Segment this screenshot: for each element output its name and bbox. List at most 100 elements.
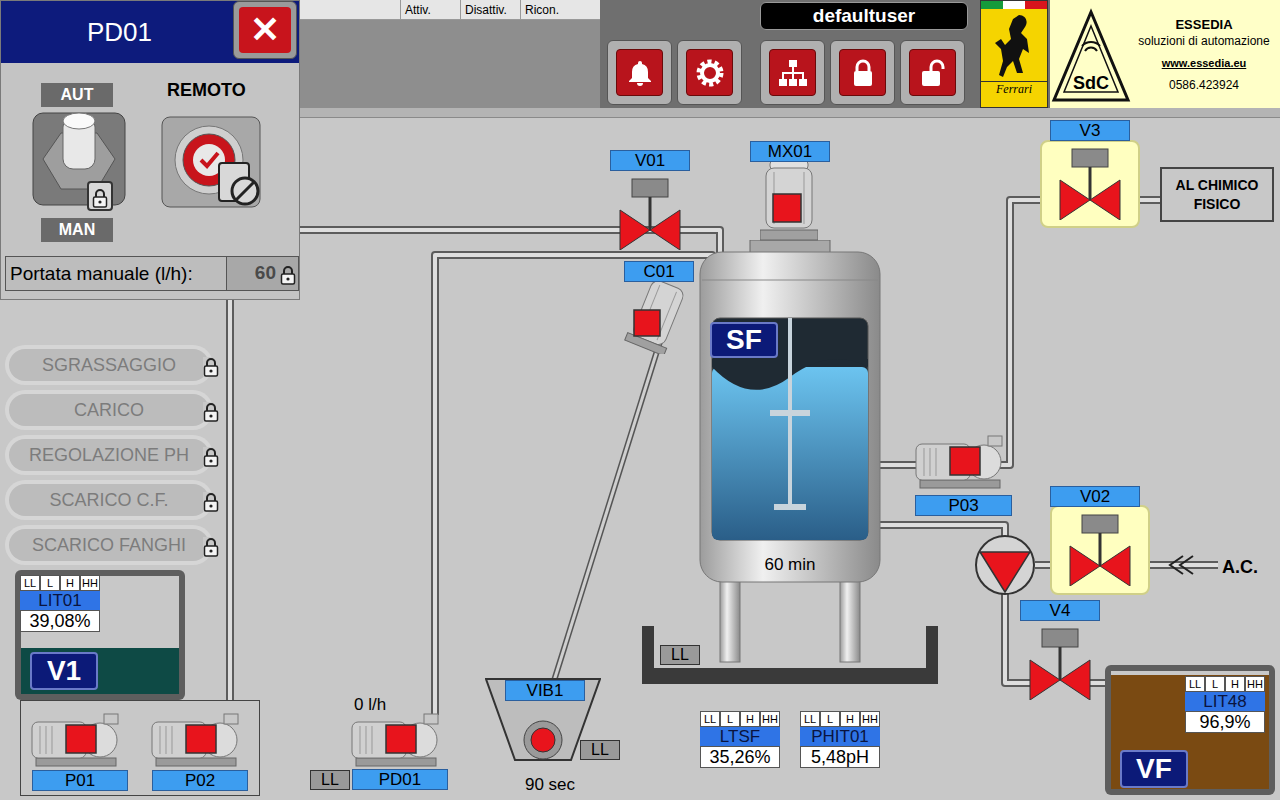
threshold-cell: HH — [1245, 676, 1265, 692]
tag-label[interactable]: V02 — [1050, 486, 1140, 507]
sequence-button[interactable]: CARICO — [5, 390, 213, 430]
valve-icon — [1068, 514, 1132, 586]
valve[interactable] — [618, 178, 682, 250]
threshold-cell: H — [1225, 676, 1245, 692]
mode-label: AUT — [41, 83, 113, 107]
manual-flow-label: Portata manuale (l/h): — [6, 257, 226, 290]
threshold-cell: L — [720, 711, 740, 727]
alarm-table-header: Attiv.Disattiv.Ricon. — [300, 0, 600, 20]
threshold-cell: HH — [860, 711, 880, 727]
threshold-cell: H — [60, 575, 80, 591]
tag-label[interactable]: V01 — [610, 150, 690, 171]
company-website[interactable]: www.essedia.eu — [1162, 56, 1247, 70]
flow-reading: 0 l/h — [354, 692, 386, 718]
level-switch: LL — [580, 740, 620, 760]
threshold-cell: H — [840, 711, 860, 727]
lock-icon — [280, 265, 296, 285]
level-indicator[interactable]: LLLHHHLIT0139,08% — [20, 575, 100, 632]
toolbar-button[interactable] — [607, 40, 672, 105]
tag-label[interactable]: P03 — [915, 495, 1012, 516]
threshold-cell: LL — [700, 711, 720, 727]
tank-label[interactable]: SF — [710, 322, 778, 358]
tag-label[interactable]: P01 — [32, 770, 128, 791]
threshold-cell: L — [1205, 676, 1225, 692]
level-switch: LL — [310, 770, 350, 790]
alarm-area — [300, 20, 600, 108]
threshold-cell: HH — [760, 711, 780, 727]
tag-label[interactable]: P02 — [152, 770, 248, 791]
level-switch: LL — [660, 645, 700, 665]
toolbar-button[interactable] — [900, 40, 965, 105]
level-indicator[interactable]: LLLHHHLIT4896,9% — [1185, 676, 1265, 733]
sequence-button[interactable]: SGRASSAGGIO — [5, 345, 213, 385]
pump[interactable] — [350, 712, 442, 770]
valve[interactable] — [1028, 628, 1092, 700]
user-label[interactable]: defaultuser — [760, 2, 968, 30]
vibrator-timer: 90 sec — [495, 772, 605, 798]
toolbar-button[interactable] — [677, 40, 742, 105]
threshold-cell: L — [820, 711, 840, 727]
company-phone: 0586.423924 — [1169, 78, 1239, 92]
tag-label[interactable]: MX01 — [750, 141, 830, 162]
tag-label[interactable]: C01 — [624, 261, 694, 282]
valve-icon — [618, 178, 682, 250]
lock-icon — [203, 402, 219, 422]
valve[interactable] — [1040, 140, 1140, 228]
threshold-cell: LL — [20, 575, 40, 591]
pump[interactable] — [30, 712, 122, 770]
tank-timer: 60 min — [700, 552, 880, 578]
toolbar-button[interactable] — [830, 40, 895, 105]
level-indicator[interactable]: LLLHHHLTSF35,26% — [700, 711, 780, 768]
alarm-column[interactable]: Attiv. — [400, 0, 460, 19]
lock-icon — [203, 537, 219, 557]
pump[interactable] — [914, 434, 1006, 492]
device-popup: PD01 ✕ AUT MAN REMOTO Portata manuale (l/h): 6… — [0, 0, 300, 300]
mode-label: MAN — [41, 218, 113, 242]
network-icon — [777, 57, 809, 89]
level-indicator[interactable]: LLLHHHPHIT015,48pH — [800, 711, 880, 768]
lock-icon — [847, 57, 879, 89]
toolbar-button[interactable] — [760, 40, 825, 105]
sequence-button[interactable]: REGOLAZIONE PH — [5, 435, 213, 475]
sequence-button[interactable]: SCARICO C.F. — [5, 480, 213, 520]
gear-icon — [694, 57, 726, 89]
ferrari-text: Ferrari — [981, 81, 1047, 96]
tag-label[interactable]: PD01 — [352, 769, 448, 790]
logo-mark: SdC — [1073, 74, 1109, 92]
lock-icon — [203, 357, 219, 377]
tag-label[interactable]: VIB1 — [505, 680, 585, 701]
remote-label: REMOTO — [167, 77, 246, 104]
motor-state-icon — [150, 712, 242, 770]
company-tagline: soluzioni di automazione — [1138, 34, 1269, 48]
motor-state-icon — [760, 158, 818, 248]
sequence-button[interactable]: SCARICO FANGHI — [5, 525, 213, 565]
threshold-cell: LL — [1185, 676, 1205, 692]
mixer[interactable] — [760, 158, 818, 248]
sequence-list: SGRASSAGGIO CARICO REGOLAZIONE PH SCARICO C… — [5, 345, 213, 565]
horse-icon — [989, 9, 1039, 81]
company-name: ESSEDIA — [1175, 17, 1232, 32]
valve-icon — [1028, 628, 1092, 700]
tank-label[interactable]: V1 — [30, 652, 98, 690]
alarm-column[interactable]: Ricon. — [520, 0, 580, 19]
tag-label[interactable]: V3 — [1050, 120, 1130, 141]
threshold-cell: LL — [800, 711, 820, 727]
manual-flow-value[interactable]: 60 — [255, 259, 276, 288]
destination-label: A.C. — [1222, 554, 1258, 581]
close-button[interactable]: ✕ — [233, 1, 297, 59]
unlock-icon — [917, 57, 949, 89]
tank-label[interactable]: VF — [1120, 750, 1188, 788]
valve[interactable] — [1050, 505, 1150, 595]
popup-title: PD01 — [87, 13, 152, 52]
manual-flow-field[interactable]: Portata manuale (l/h): 60 — [5, 256, 299, 291]
motor-state-icon — [30, 712, 122, 770]
pump[interactable] — [150, 712, 242, 770]
conveyor[interactable] — [620, 278, 692, 354]
popup-header: PD01 ✕ — [1, 1, 299, 63]
motor-state-icon — [620, 278, 692, 354]
alarm-column[interactable]: Disattiv. — [460, 0, 520, 19]
tag-label[interactable]: V4 — [1020, 600, 1100, 621]
threshold-cell: H — [740, 711, 760, 727]
valve-icon — [1058, 148, 1122, 220]
motor-state-icon — [914, 434, 1006, 492]
